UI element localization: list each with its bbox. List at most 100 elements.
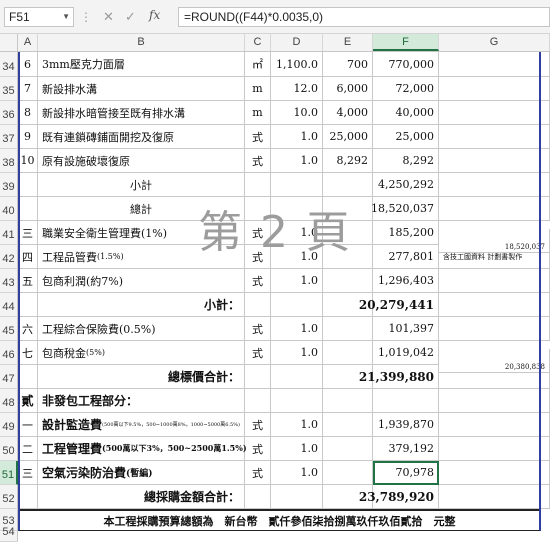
cell-g36[interactable] bbox=[439, 101, 550, 125]
cell-c46[interactable]: 式 bbox=[245, 341, 271, 365]
drag-handle-icon[interactable]: ⋮ bbox=[80, 9, 92, 25]
cell-g47[interactable] bbox=[439, 365, 550, 389]
row-header-49[interactable]: 49 bbox=[0, 413, 18, 437]
cell-g52[interactable] bbox=[439, 485, 550, 509]
budget-total-note[interactable]: 本工程採購預算總額為 新台幣 貳仟參佰柒拾捌萬玖仟玖佰貳拾 元整 bbox=[18, 509, 541, 531]
select-all-button[interactable] bbox=[0, 34, 18, 51]
cell-a52[interactable] bbox=[18, 485, 38, 509]
cell-a39[interactable] bbox=[18, 173, 38, 197]
column-header-f[interactable]: F bbox=[373, 34, 439, 51]
cell-f44[interactable]: 20,279,441 bbox=[359, 293, 439, 317]
cell-b50[interactable]: 工程管理費 (500萬以下3%，500~2500萬1.5%) bbox=[38, 437, 247, 461]
insert-function-button[interactable]: fx bbox=[149, 8, 160, 22]
cell-g50[interactable] bbox=[439, 437, 550, 461]
cell-f46[interactable]: 1,019,042 bbox=[373, 341, 439, 365]
cell-f50[interactable]: 379,192 bbox=[373, 437, 439, 461]
column-header-g[interactable]: G bbox=[439, 34, 550, 51]
cell-f48[interactable] bbox=[373, 389, 439, 413]
cell-f41[interactable]: 185,200 bbox=[373, 221, 439, 245]
cell-b45[interactable]: 工程綜合保險費(0.5%) bbox=[38, 317, 245, 341]
cell-d40[interactable] bbox=[271, 197, 323, 221]
cell-b41[interactable]: 職業安全衛生管理費(1%) bbox=[38, 221, 245, 245]
row-header-54[interactable]: 54 bbox=[0, 526, 18, 542]
cell-c52[interactable] bbox=[245, 485, 271, 509]
cell-b44[interactable]: 小計： bbox=[38, 293, 245, 317]
cell-b40[interactable]: 總計 bbox=[38, 197, 245, 221]
cell-d41[interactable]: 1.0 bbox=[271, 221, 323, 245]
cell-e51[interactable] bbox=[323, 461, 373, 485]
cell-c36[interactable]: m bbox=[245, 101, 271, 125]
cell-f51[interactable]: 70,978 bbox=[373, 461, 439, 485]
cell-b39[interactable]: 小計 bbox=[38, 173, 245, 197]
cell-c45[interactable]: 式 bbox=[245, 317, 271, 341]
cell-g44[interactable] bbox=[439, 293, 550, 317]
cell-f37[interactable]: 25,000 bbox=[373, 125, 439, 149]
cell-e45[interactable] bbox=[323, 317, 373, 341]
cell-c34[interactable]: ㎡ bbox=[245, 52, 271, 77]
cell-b36[interactable]: 新設排水暗管接至既有排水溝 bbox=[38, 101, 245, 125]
cell-d49[interactable]: 1.0 bbox=[271, 413, 323, 437]
row-header-38[interactable]: 38 bbox=[0, 149, 18, 173]
cell-d44[interactable] bbox=[271, 293, 323, 317]
cell-b38[interactable]: 原有設施破壞復原 bbox=[38, 149, 245, 173]
cell-e49[interactable] bbox=[323, 413, 373, 437]
cell-c39[interactable] bbox=[245, 173, 271, 197]
cell-f47[interactable]: 21,399,880 bbox=[359, 365, 439, 389]
row-header-40[interactable]: 40 bbox=[0, 197, 18, 221]
cell-f49[interactable]: 1,939,870 bbox=[373, 413, 439, 437]
cell-e38[interactable]: 8,292 bbox=[323, 149, 373, 173]
cell-g35[interactable] bbox=[439, 77, 550, 101]
cell-d51[interactable]: 1.0 bbox=[271, 461, 323, 485]
cell-g45[interactable] bbox=[439, 317, 550, 341]
cell-c47[interactable] bbox=[245, 365, 271, 389]
cell-c40[interactable] bbox=[245, 197, 271, 221]
cell-e35[interactable]: 6,000 bbox=[323, 77, 373, 101]
cell-c43[interactable]: 式 bbox=[245, 269, 271, 293]
cell-c51[interactable]: 式 bbox=[245, 461, 271, 485]
column-header-a[interactable]: A bbox=[18, 34, 38, 51]
cell-e42[interactable] bbox=[323, 245, 373, 269]
cell-d45[interactable]: 1.0 bbox=[271, 317, 323, 341]
cell-b34[interactable]: 3mm壓克力面層 bbox=[38, 52, 245, 77]
cell-d36[interactable]: 10.0 bbox=[271, 101, 323, 125]
cell-c48[interactable] bbox=[245, 389, 271, 413]
cell-f34[interactable]: 770,000 bbox=[373, 52, 439, 77]
cell-a37[interactable]: 9 bbox=[18, 125, 38, 149]
row-header-48[interactable]: 48 bbox=[0, 389, 18, 413]
cell-b37[interactable]: 既有連鎖磚鋪面開挖及復原 bbox=[38, 125, 245, 149]
column-header-e[interactable]: E bbox=[323, 34, 373, 51]
cell-g38[interactable] bbox=[439, 149, 550, 173]
cell-f39[interactable]: 4,250,292 bbox=[373, 173, 439, 197]
cell-g39[interactable] bbox=[439, 173, 550, 197]
cell-a36[interactable]: 8 bbox=[18, 101, 38, 125]
cell-f42[interactable]: 277,801 bbox=[373, 245, 439, 269]
cell-a38[interactable]: 10 bbox=[18, 149, 38, 173]
cell-f35[interactable]: 72,000 bbox=[373, 77, 439, 101]
cell-e40[interactable] bbox=[323, 197, 373, 221]
cell-c41[interactable]: 式 bbox=[245, 221, 271, 245]
cell-d50[interactable]: 1.0 bbox=[271, 437, 323, 461]
cell-a45[interactable]: 六 bbox=[18, 317, 38, 341]
cell-g37[interactable] bbox=[439, 125, 550, 149]
row-header-37[interactable]: 37 bbox=[0, 125, 18, 149]
cell-a43[interactable]: 五 bbox=[18, 269, 38, 293]
row-header-47[interactable]: 47 bbox=[0, 365, 18, 389]
cell-b43[interactable]: 包商利潤(約7%) bbox=[38, 269, 245, 293]
row-header-42[interactable]: 42 bbox=[0, 245, 18, 269]
cell-b49[interactable]: 設計監造費 (500萬以下9.5%，500~1000萬8%，1000~5000萬6… bbox=[38, 413, 245, 437]
cell-g51[interactable] bbox=[439, 461, 550, 485]
cell-a47[interactable] bbox=[18, 365, 38, 389]
cell-e36[interactable]: 4,000 bbox=[323, 101, 373, 125]
cell-e46[interactable] bbox=[323, 341, 373, 365]
cell-c42[interactable]: 式 bbox=[245, 245, 271, 269]
cell-b47[interactable]: 總標價合計： bbox=[38, 365, 245, 389]
cell-a40[interactable] bbox=[18, 197, 38, 221]
row-header-39[interactable]: 39 bbox=[0, 173, 18, 197]
row-header-44[interactable]: 44 bbox=[0, 293, 18, 317]
cell-e39[interactable] bbox=[323, 173, 373, 197]
cell-g40[interactable] bbox=[439, 197, 550, 221]
cell-f40[interactable]: 18,520,037 bbox=[371, 197, 439, 221]
row-header-35[interactable]: 35 bbox=[0, 77, 18, 101]
cell-a48[interactable]: 貳 bbox=[18, 389, 38, 413]
cell-b46[interactable]: 包商稅金 (5%) bbox=[38, 341, 245, 365]
